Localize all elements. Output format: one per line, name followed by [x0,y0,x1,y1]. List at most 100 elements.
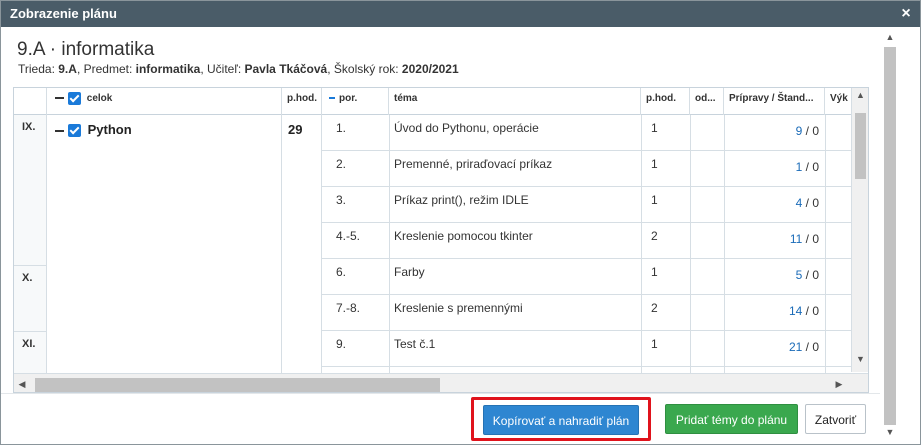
row-por: 2. [336,157,347,171]
row-por: 4.-5. [336,229,361,243]
checkbox-icon[interactable] [68,124,81,138]
stand-count: / 0 [802,268,819,282]
row-phod: 2 [651,229,658,243]
collapse-icon[interactable] [55,97,64,100]
dialog-content: 9.A · informatika Trieda: 9.A, Predmet: … [1,27,880,445]
table-row[interactable]: 7.-8. Kreslenie s premennými 2 14 / 0 [322,295,868,331]
header-tema[interactable]: téma [389,88,641,115]
row-pripravy[interactable]: 1 / 0 [724,151,825,187]
row-pripravy[interactable]: 4 / 0 [724,187,825,223]
table-row[interactable]: 4.-5. Kreslenie pomocou tkinter 2 11 / 0 [322,223,868,259]
grid-body: IX. X. XI. Python 29 1. Úvod do Pythonu,… [14,115,868,373]
scroll-thumb[interactable] [884,47,896,425]
checkbox-all-icon[interactable] [68,91,81,105]
stand-count: / 0 [802,232,819,246]
pripravy-link[interactable]: 14 [789,304,802,318]
header-por[interactable]: por. [322,88,389,115]
add-topics-button[interactable]: Pridať témy do plánu [665,404,798,434]
row-por: 9. [336,337,347,351]
header-od[interactable]: od... [690,88,724,115]
unit-cell[interactable]: Python [55,122,132,138]
row-por: 1. [336,121,347,135]
trieda-value: 9.A [58,62,77,76]
dialog-titlebar: Zobrazenie plánu × [1,1,920,27]
footer-divider [1,393,880,394]
stand-count: / 0 [802,124,819,138]
dialog-vertical-scrollbar[interactable]: ▲ ▼ [880,27,900,444]
header-por-label: por. [339,93,358,104]
sort-icon [329,97,335,100]
plan-meta: Trieda: 9.A, Predmet: informatika, Učite… [18,62,459,76]
table-row[interactable]: 1. Úvod do Pythonu, operácie 1 9 / 0 [322,115,868,151]
ucitel-label: , Učiteľ: [200,62,245,76]
unit-column: Python [47,115,282,373]
row-pripravy[interactable]: 5 / 0 [724,259,825,295]
row-tema: Úvod do Pythonu, operácie [394,121,539,135]
table-row[interactable]: 6. Farby 1 5 / 0 [322,259,868,295]
header-phod-2[interactable]: p.hod. [641,88,690,115]
grid-vertical-scrollbar[interactable]: ▲ ▼ [851,88,868,372]
header-celok[interactable]: celok [47,88,282,115]
scroll-left-icon[interactable]: ◀ [14,374,30,392]
row-phod: 1 [651,265,658,279]
scroll-up-icon[interactable]: ▲ [880,29,900,45]
plan-grid: celok p.hod. por. téma p.hod. od... Príp… [13,87,869,393]
unit-hours: 29 [288,122,303,137]
close-button[interactable]: Zatvoriť [805,404,866,434]
stand-count: / 0 [802,340,819,354]
row-por: 7.-8. [336,301,361,315]
row-tema: Premenné, priraďovací príkaz [394,157,553,171]
month-label: X. [14,265,47,284]
predmet-value: informatika [135,62,201,76]
header-month [14,88,47,115]
table-row[interactable]: 9. Test č.1 1 21 / 0 [322,331,868,367]
row-pripravy[interactable]: 14 / 0 [724,295,825,331]
grid-horizontal-scrollbar[interactable]: ◀ ▶ [14,373,868,392]
row-phod: 1 [651,337,658,351]
row-tema: Kreslenie s premennými [394,301,523,315]
copy-replace-plan-button[interactable]: Kopírovať a nahradiť plán [483,405,639,435]
month-label: XI. [14,331,47,350]
ucitel-value: Pavla Tkáčová [244,62,328,76]
scroll-down-icon[interactable]: ▼ [852,352,868,366]
row-pripravy[interactable]: 21 / 0 [724,331,825,367]
plan-dialog: Zobrazenie plánu × 9.A · informatika Tri… [0,0,921,445]
scroll-up-icon[interactable]: ▲ [852,88,868,102]
stand-count: / 0 [802,160,819,174]
header-vyk[interactable]: Výk [825,88,851,115]
row-phod: 1 [651,193,658,207]
collapse-icon[interactable] [55,129,64,132]
table-row[interactable]: 3. Príkaz print(), režim IDLE 1 4 / 0 [322,187,868,223]
unit-name: Python [87,122,132,137]
stand-count: / 0 [802,304,819,318]
trieda-label: Trieda: [18,62,59,76]
header-pripravy[interactable]: Prípravy / Štand... [724,88,825,115]
plan-title: 9.A · informatika [17,39,155,60]
row-tema: Test č.1 [394,337,436,351]
row-por: 3. [336,193,347,207]
unit-hours-column: 29 [282,115,322,373]
row-phod: 1 [651,121,658,135]
rok-value: 2020/2021 [401,62,459,76]
stand-count: / 0 [802,196,819,210]
predmet-label: , Predmet: [76,62,136,76]
grid-header: celok p.hod. por. téma p.hod. od... Príp… [14,88,868,115]
row-pripravy[interactable]: 9 / 0 [724,115,825,151]
row-tema: Kreslenie pomocou tkinter [394,229,533,243]
scroll-down-icon[interactable]: ▼ [880,424,900,440]
pripravy-link[interactable]: 21 [789,340,802,354]
rok-label: , Školský rok: [327,62,402,76]
table-row[interactable]: 2. Premenné, priraďovací príkaz 1 1 / 0 [322,151,868,187]
row-phod: 1 [651,157,658,171]
scroll-right-icon[interactable]: ▶ [831,374,847,392]
close-icon[interactable]: × [899,1,913,27]
row-por: 6. [336,265,347,279]
month-label: IX. [22,121,36,133]
row-pripravy[interactable]: 11 / 0 [724,223,825,259]
pripravy-link[interactable]: 11 [790,232,802,246]
scroll-thumb[interactable] [35,378,440,392]
dialog-title: Zobrazenie plánu [10,6,117,21]
header-phod[interactable]: p.hod. [282,88,322,115]
scroll-thumb[interactable] [855,113,866,179]
header-celok-label: celok [86,93,113,104]
